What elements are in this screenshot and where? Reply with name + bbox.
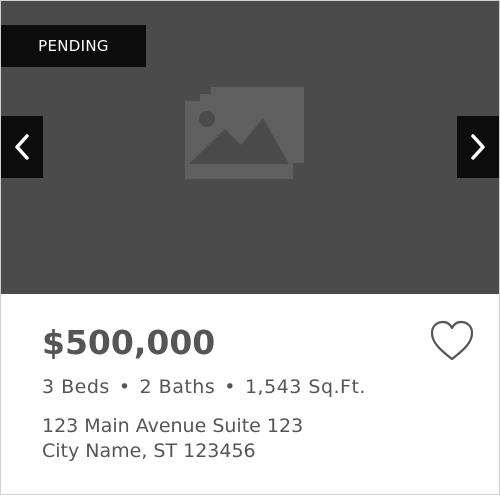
square-footage: 1,543 Sq.Ft. — [244, 376, 366, 398]
address-line-2: City Name, ST 123456 — [42, 440, 256, 462]
favorite-heart-icon[interactable] — [429, 319, 475, 363]
separator-dot: • — [118, 376, 131, 398]
listing-card[interactable]: PENDING $500,000 3 Beds•2 Baths•1,54 — [0, 0, 500, 495]
separator-dot: • — [224, 376, 236, 398]
listing-price: $500,000 — [42, 323, 216, 362]
listing-specs: 3 Beds • 2 Baths • 1,543 Sq.Ft. — [42, 375, 366, 399]
previous-photo-button[interactable] — [1, 116, 43, 178]
beds-count: 3 Beds — [42, 376, 110, 398]
baths-count: 2 Baths — [139, 376, 216, 398]
photo-carousel: PENDING — [1, 1, 499, 294]
status-badge: PENDING — [1, 25, 146, 67]
address-line-1: 123 Main Avenue Suite 123 — [42, 415, 304, 437]
next-photo-button[interactable] — [457, 116, 499, 178]
image-placeholder-icon — [185, 87, 304, 179]
chevron-left-icon — [15, 134, 29, 160]
chevron-right-icon — [471, 134, 485, 160]
